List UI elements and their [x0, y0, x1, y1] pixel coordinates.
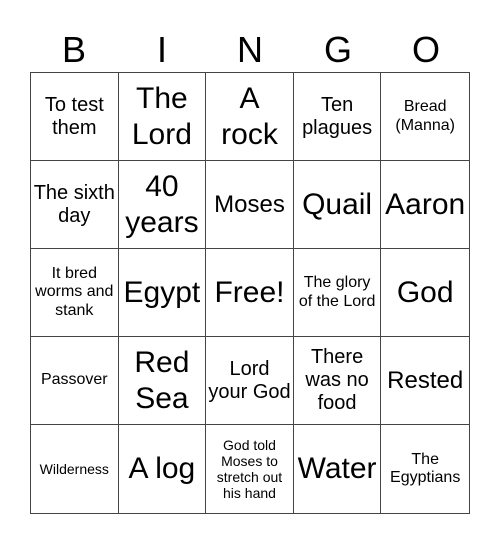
bingo-cell[interactable]: Bread (Manna) [381, 73, 469, 161]
bingo-cell[interactable]: Egypt [118, 249, 207, 337]
bingo-cell[interactable]: The Lord [118, 73, 207, 161]
bingo-cell[interactable]: Moses [206, 161, 294, 249]
bingo-cell[interactable]: The Egyptians [381, 425, 469, 513]
bingo-cell[interactable]: 40 years [118, 161, 207, 249]
header-letter-n: N [237, 29, 263, 70]
header-letter-i: I [156, 29, 167, 70]
bingo-cell[interactable]: Water [294, 425, 382, 513]
bingo-cell[interactable]: The sixth day [31, 161, 119, 249]
bingo-cell[interactable]: Passover [31, 337, 119, 425]
bingo-cell[interactable]: Quail [293, 161, 382, 249]
header-letter-g: G [323, 29, 352, 70]
bingo-cell[interactable]: A rock [206, 73, 294, 161]
bingo-cell[interactable]: A log [119, 425, 207, 513]
header-letter-b: B [61, 29, 86, 70]
bingo-cell[interactable]: Lord your God [206, 337, 294, 425]
bingo-cell[interactable]: Free! [206, 249, 294, 337]
bingo-cell[interactable]: Rested [381, 337, 469, 425]
bingo-cell[interactable]: There was no food [293, 337, 382, 425]
bingo-cell[interactable]: The glory of the Lord [293, 249, 382, 337]
bingo-cell[interactable]: God told Moses to stretch out his hand [206, 425, 294, 513]
bingo-cell[interactable]: Red Sea [118, 337, 207, 425]
bingo-cell[interactable]: Wilderness [31, 425, 119, 513]
bingo-cell[interactable]: Aaron [381, 161, 469, 249]
bingo-cell[interactable]: God [381, 249, 469, 337]
bingo-cell[interactable]: It bred worms and stank [31, 249, 119, 337]
bingo-header: B I N G O [30, 28, 470, 72]
bingo-cell[interactable]: Ten plagues [293, 73, 382, 161]
bingo-card-grid: To test them The Lord A rock Ten plagues Bre… [30, 72, 470, 514]
bingo-cell[interactable]: To test them [31, 73, 119, 161]
header-letter-o: O [411, 29, 440, 70]
